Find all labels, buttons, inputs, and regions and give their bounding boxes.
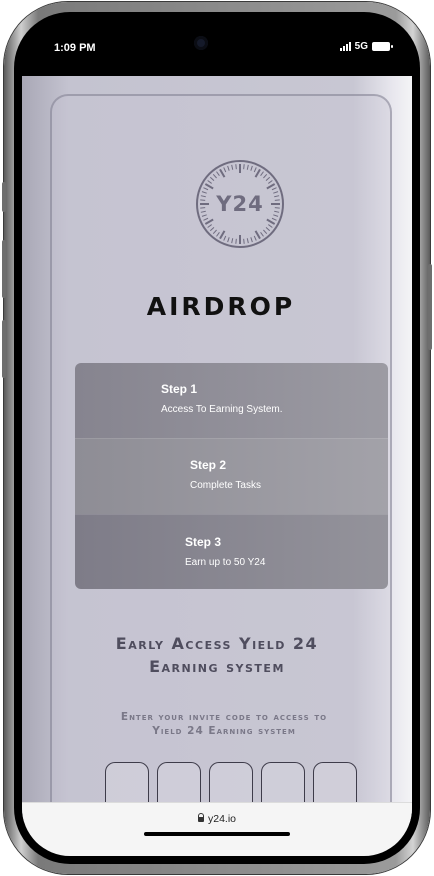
step-title-1: Step 1 bbox=[161, 382, 198, 396]
step-desc-3: Earn up to 50 Y24 bbox=[185, 557, 266, 568]
status-indicators: 5G bbox=[339, 41, 393, 52]
url-text: y24.io bbox=[207, 813, 237, 825]
early-access-headline: Early Access Yield 24 Earning system bbox=[22, 632, 412, 678]
step-title-2: Step 2 bbox=[190, 458, 227, 472]
signal-icon bbox=[339, 42, 351, 51]
lock-icon bbox=[197, 813, 204, 822]
volume-up-button bbox=[2, 240, 6, 298]
step-desc-1: Access To Earning System. bbox=[161, 404, 283, 415]
steps-panel: Step 1 Access To Earning System. Step 2 … bbox=[75, 363, 388, 589]
status-bar: 1:09 PM 5G bbox=[22, 20, 412, 76]
network-type: 5G bbox=[354, 41, 368, 52]
bezel: 1:09 PM 5G Y24 AIRDROP Step 1 Access To … bbox=[14, 12, 420, 864]
camera-icon bbox=[194, 36, 208, 50]
step-card-1[interactable]: Step 1 Access To Earning System. bbox=[75, 363, 388, 438]
battery-icon bbox=[372, 42, 393, 51]
url-display[interactable]: y24.io bbox=[22, 813, 412, 825]
volume-down-button bbox=[2, 320, 6, 378]
phone-frame: 1:09 PM 5G Y24 AIRDROP Step 1 Access To … bbox=[2, 2, 432, 874]
page-title: AIRDROP bbox=[146, 292, 296, 321]
step-card-2[interactable]: Step 2 Complete Tasks bbox=[75, 438, 388, 514]
step-desc-2: Complete Tasks bbox=[190, 480, 261, 491]
web-content[interactable]: Y24 AIRDROP Step 1 Access To Earning Sys… bbox=[22, 76, 412, 822]
logo-text: Y24 bbox=[216, 192, 264, 216]
screen: 1:09 PM 5G Y24 AIRDROP Step 1 Access To … bbox=[22, 20, 412, 856]
step-card-3[interactable]: Step 3 Earn up to 50 Y24 bbox=[75, 514, 388, 589]
y24-logo: Y24 bbox=[194, 158, 286, 250]
headline-line-1: Early Access Yield 24 bbox=[115, 634, 319, 653]
browser-url-bar[interactable]: y24.io bbox=[22, 802, 412, 856]
home-indicator[interactable] bbox=[144, 832, 290, 836]
power-button bbox=[428, 264, 432, 350]
action-button bbox=[2, 182, 6, 212]
headline-line-2: Earning system bbox=[149, 657, 285, 676]
step-title-3: Step 3 bbox=[185, 535, 222, 549]
status-time: 1:09 PM bbox=[54, 42, 96, 54]
invite-prompt: Enter your invite code to access to Yiel… bbox=[120, 711, 328, 737]
